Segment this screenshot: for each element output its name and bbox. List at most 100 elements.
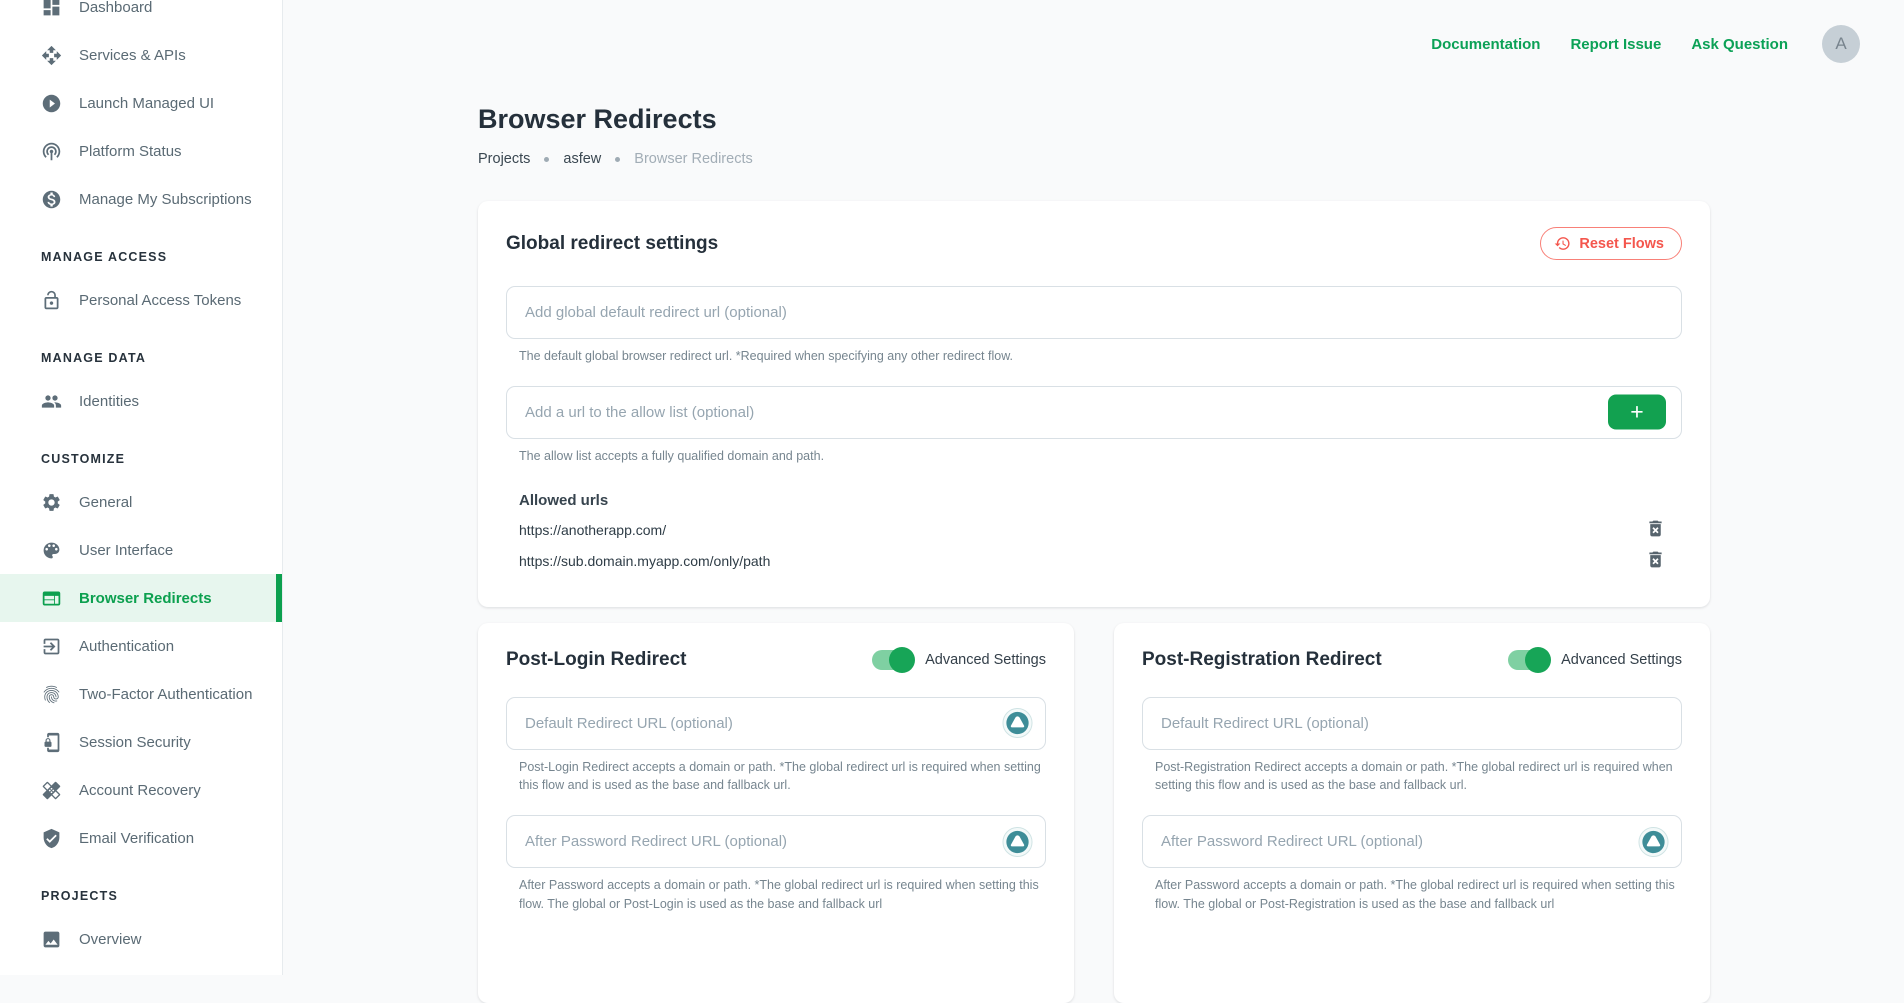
sidebar-item-browser-redirects[interactable]: Browser Redirects bbox=[0, 574, 282, 622]
post-login-redirect-field-default-redirect-url-optional: Post-Login Redirect accepts a domain or … bbox=[506, 697, 1046, 796]
sidebar-item-account-recovery[interactable]: Account Recovery bbox=[0, 766, 282, 814]
allowed-urls-label: Allowed urls bbox=[519, 492, 1682, 509]
breadcrumb-item-asfew[interactable]: asfew bbox=[563, 151, 601, 167]
post-registration-redirect-after-password-redirect-url-optional-input[interactable] bbox=[1142, 815, 1682, 868]
breadcrumb-separator-dot bbox=[544, 157, 549, 162]
global-redirect-settings-card: Global redirect settings Reset Flows The… bbox=[478, 201, 1710, 607]
sidebar-item-label: General bbox=[79, 494, 132, 511]
allowed-url-row: https://anotherapp.com/ bbox=[506, 515, 1682, 546]
global-default-redirect-helper: The default global browser redirect url.… bbox=[519, 347, 1682, 366]
sidebar-item-email-verification[interactable]: Email Verification bbox=[0, 814, 282, 862]
global-card-title: Global redirect settings bbox=[506, 233, 718, 255]
user-avatar[interactable]: A bbox=[1822, 25, 1860, 63]
post-registration-redirect-default-redirect-url-optional-input[interactable] bbox=[1142, 697, 1682, 750]
sidebar-item-launch-managed-ui[interactable]: Launch Managed UI bbox=[0, 79, 282, 127]
post-registration-redirect-advanced-settings-toggle[interactable] bbox=[1508, 650, 1548, 670]
post-registration-redirect-card: Post-Registration Redirect Advanced Setti… bbox=[1114, 623, 1710, 1003]
phone-lock-icon bbox=[41, 732, 62, 753]
sidebar-item-personal-access-tokens[interactable]: Personal Access Tokens bbox=[0, 276, 282, 324]
post-login-redirect-default-redirect-url-optional-input[interactable] bbox=[506, 697, 1046, 750]
sidebar-item-label: Manage My Subscriptions bbox=[79, 191, 252, 208]
main-area: DocumentationReport IssueAsk QuestionA B… bbox=[283, 0, 1904, 975]
allow-list-helper: The allow list accepts a fully qualified… bbox=[519, 447, 1682, 466]
allowed-url-row: https://sub.domain.myapp.com/only/path bbox=[506, 546, 1682, 577]
sidebar-item-session-security[interactable]: Session Security bbox=[0, 718, 282, 766]
browser-window-icon bbox=[41, 588, 62, 609]
post-login-redirect-after-password-redirect-url-optional-input[interactable] bbox=[506, 815, 1046, 868]
sidebar-item-dashboard[interactable]: Dashboard bbox=[0, 0, 282, 31]
global-default-redirect-field: The default global browser redirect url.… bbox=[506, 286, 1682, 366]
sidebar-item-general[interactable]: General bbox=[0, 478, 282, 526]
top-link-ask-question[interactable]: Ask Question bbox=[1691, 36, 1788, 53]
play-circle-icon bbox=[41, 93, 62, 114]
bandage-icon bbox=[41, 780, 62, 801]
gear-icon bbox=[41, 492, 62, 513]
image-icon bbox=[41, 929, 62, 950]
sidebar-item-label: User Interface bbox=[79, 542, 173, 559]
post-registration-redirect-helper: Post-Registration Redirect accepts a dom… bbox=[1155, 758, 1682, 796]
top-link-report-issue[interactable]: Report Issue bbox=[1570, 36, 1661, 53]
sidebar-item-label: Account Recovery bbox=[79, 782, 201, 799]
post-registration-redirect-helper: After Password accepts a domain or path.… bbox=[1155, 876, 1682, 914]
post-login-redirect-title: Post-Login Redirect bbox=[506, 649, 687, 671]
sidebar-item-label: Authentication bbox=[79, 638, 174, 655]
sidebar: Dashboard Services & APIs Launch Managed U… bbox=[0, 0, 283, 975]
sidebar-section-manage-access: MANAGE ACCESS bbox=[0, 223, 282, 276]
dollar-circle-icon bbox=[41, 189, 62, 210]
services-apis-icon bbox=[41, 45, 62, 66]
sidebar-section-manage-data: MANAGE DATA bbox=[0, 324, 282, 377]
sidebar-item-label: Two-Factor Authentication bbox=[79, 686, 252, 703]
sidebar-item-label: Identities bbox=[79, 393, 139, 410]
history-icon bbox=[1554, 235, 1571, 252]
post-registration-redirect-field-after-password-redirect-url-optional: After Password accepts a domain or path.… bbox=[1142, 815, 1682, 914]
reset-flows-button[interactable]: Reset Flows bbox=[1540, 227, 1682, 260]
sidebar-item-label: Overview bbox=[79, 931, 142, 948]
sidebar-section-projects: PROJECTS bbox=[0, 862, 282, 915]
toggle-knob bbox=[1525, 647, 1551, 673]
sidebar-item-authentication[interactable]: Authentication bbox=[0, 622, 282, 670]
global-card-header: Global redirect settings Reset Flows bbox=[506, 227, 1682, 260]
sidebar-item-label: Email Verification bbox=[79, 830, 194, 847]
sidebar-item-user-interface[interactable]: User Interface bbox=[0, 526, 282, 574]
page-content: Browser Redirects ProjectsasfewBrowser R… bbox=[478, 104, 1710, 1003]
allowed-url-text: https://anotherapp.com/ bbox=[519, 522, 666, 538]
sidebar-item-label: Browser Redirects bbox=[79, 590, 212, 607]
delete-allowed-url-button[interactable] bbox=[1645, 549, 1666, 573]
sidebar-item-two-factor-authentication[interactable]: Two-Factor Authentication bbox=[0, 670, 282, 718]
post-login-redirect-header: Post-Login Redirect Advanced Settings bbox=[506, 649, 1046, 671]
sidebar-item-services-apis[interactable]: Services & APIs bbox=[0, 31, 282, 79]
login-arrow-icon bbox=[41, 636, 62, 657]
sidebar-item-label: Platform Status bbox=[79, 143, 182, 160]
sidebar-item-identities[interactable]: Identities bbox=[0, 377, 282, 425]
sidebar-item-label: Services & APIs bbox=[79, 47, 186, 64]
palette-icon bbox=[41, 540, 62, 561]
post-registration-redirect-field-default-redirect-url-optional: Post-Registration Redirect accepts a dom… bbox=[1142, 697, 1682, 796]
topbar: Documentation Report Issue Ask Question A bbox=[283, 0, 1904, 88]
password-manager-icon[interactable] bbox=[1002, 826, 1033, 857]
advanced-settings-label: Advanced Settings bbox=[1561, 652, 1682, 668]
sidebar-item-label: Launch Managed UI bbox=[79, 95, 214, 112]
sidebar-item-manage-my-subscriptions[interactable]: Manage My Subscriptions bbox=[0, 175, 282, 223]
allow-list-url-input[interactable] bbox=[506, 386, 1682, 439]
post-login-redirect-helper: Post-Login Redirect accepts a domain or … bbox=[519, 758, 1046, 796]
flow-cards-row: Post-Login RedirectAdvanced SettingsPost… bbox=[478, 623, 1710, 1003]
add-allowed-url-button[interactable]: + bbox=[1608, 395, 1666, 430]
shield-check-icon bbox=[41, 828, 62, 849]
post-login-redirect-advanced-settings-toggle[interactable] bbox=[872, 650, 912, 670]
toggle-knob bbox=[889, 647, 915, 673]
password-manager-icon[interactable] bbox=[1002, 708, 1033, 739]
breadcrumb: ProjectsasfewBrowser Redirects bbox=[478, 151, 1710, 167]
sidebar-item-platform-status[interactable]: Platform Status bbox=[0, 127, 282, 175]
global-default-redirect-input[interactable] bbox=[506, 286, 1682, 339]
post-registration-redirect-title: Post-Registration Redirect bbox=[1142, 649, 1382, 671]
sidebar-item-overview[interactable]: Overview bbox=[0, 915, 282, 963]
breadcrumb-item-projects[interactable]: Projects bbox=[478, 151, 530, 167]
allow-list-field: + The allow list accepts a fully qualifi… bbox=[506, 386, 1682, 466]
advanced-settings-toggle-group: Advanced Settings bbox=[872, 650, 1046, 670]
allowed-urls-list: https://anotherapp.com/https://sub.domai… bbox=[506, 515, 1682, 577]
password-manager-icon[interactable] bbox=[1638, 826, 1669, 857]
allowed-url-text: https://sub.domain.myapp.com/only/path bbox=[519, 553, 770, 569]
sidebar-item-label: Personal Access Tokens bbox=[79, 292, 241, 309]
top-link-documentation[interactable]: Documentation bbox=[1431, 36, 1540, 53]
delete-allowed-url-button[interactable] bbox=[1645, 518, 1666, 542]
